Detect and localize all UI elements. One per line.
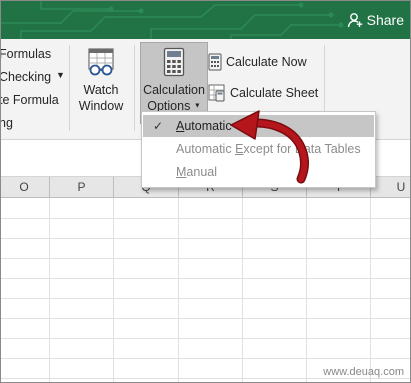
- access-key: M: [176, 165, 187, 179]
- menu-item-label: Automatic: [176, 115, 232, 137]
- error-checking-item[interactable]: Checking: [1, 70, 51, 84]
- evaluate-formula-item[interactable]: te Formula: [1, 93, 59, 107]
- label-part: anual: [186, 165, 218, 179]
- checkmark-icon: ✓: [152, 119, 164, 133]
- label-part: Automatic: [176, 142, 236, 156]
- watermark: www.deuaq.com: [323, 366, 404, 378]
- menu-item-automatic-except-data-tables[interactable]: Automatic Except for Data Tables: [143, 138, 374, 160]
- calculation-options-menu: ✓ Automatic Automatic Except for Data Ta…: [141, 111, 376, 188]
- menu-item-manual[interactable]: Manual: [143, 161, 374, 183]
- calculate-now-label: Calculate Now: [226, 55, 307, 69]
- share-label: Share: [366, 12, 404, 28]
- excel-window: Share Formulas Checking ▼ te Formula ng …: [0, 0, 411, 383]
- column-header[interactable]: O: [1, 177, 50, 197]
- ribbon-separator: [134, 45, 135, 131]
- label-part: xcept for Data Tables: [243, 142, 361, 156]
- calculate-sheet-label: Calculate Sheet: [230, 86, 319, 100]
- trace-precedents-item[interactable]: Formulas: [1, 47, 51, 61]
- calc-options-label-line1: Calculation: [143, 83, 205, 97]
- watch-window-button[interactable]: Watch Window: [75, 45, 127, 117]
- column-header[interactable]: P: [50, 177, 114, 197]
- share-person-icon: [347, 13, 362, 28]
- error-checking-dropdown-icon[interactable]: ▼: [56, 70, 65, 80]
- menu-item-label: Manual: [176, 161, 217, 183]
- calculate-now-button[interactable]: Calculate Now: [208, 53, 307, 71]
- watch-label-line1: Watch: [83, 83, 119, 97]
- column-header[interactable]: U: [371, 177, 410, 197]
- cell-grid[interactable]: [1, 198, 410, 382]
- calculate-now-icon: [208, 53, 222, 71]
- watch-window-icon: [88, 48, 114, 76]
- title-bar: Share: [1, 1, 410, 39]
- share-button[interactable]: Share: [347, 12, 404, 28]
- watch-label-line2: Window: [78, 99, 124, 113]
- chevron-down-icon: ▼: [193, 102, 201, 110]
- calculate-sheet-icon: [208, 84, 225, 102]
- formula-auditing-group-label: ng: [0, 116, 13, 130]
- ribbon-separator: [69, 45, 70, 131]
- menu-item-label: Automatic Except for Data Tables: [176, 138, 361, 160]
- label-part: utomatic: [184, 119, 232, 133]
- calculate-sheet-button[interactable]: Calculate Sheet: [208, 84, 318, 102]
- calculator-icon: [163, 47, 185, 77]
- menu-item-automatic[interactable]: ✓ Automatic: [143, 115, 374, 137]
